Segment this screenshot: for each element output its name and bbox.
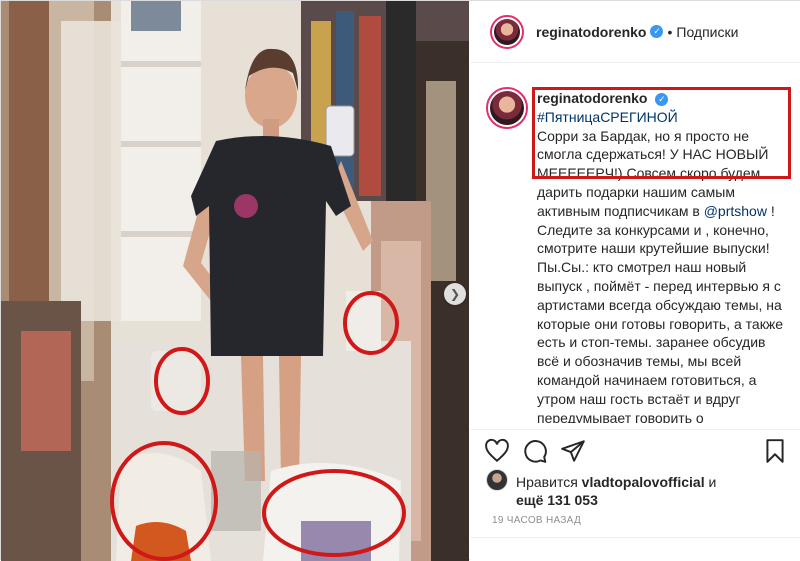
- bookmark-icon[interactable]: [762, 438, 788, 464]
- add-comment-bar[interactable]: [470, 537, 800, 561]
- caption-text-part-2: ! Следите за конкурсами и , конечно, смо…: [537, 202, 783, 423]
- caption-area: reginatodorenko ✓ #ПятницаСРЕГИНОЙ Сорри…: [470, 63, 800, 423]
- post-timestamp[interactable]: 19 ЧАСОВ НАЗАД: [492, 515, 581, 526]
- comment-icon[interactable]: [522, 438, 548, 464]
- separator-dot: •: [667, 23, 673, 40]
- likes-count[interactable]: ещё 131 053: [516, 492, 598, 508]
- instagram-post: ❯ reginatodorenko ✓ • Подписки reginatod…: [0, 0, 800, 561]
- liker-avatar[interactable]: [486, 469, 508, 491]
- post-photo[interactable]: ❯: [1, 1, 469, 561]
- photo-illustration: [1, 1, 469, 561]
- share-icon[interactable]: [560, 438, 586, 464]
- post-side-panel: reginatodorenko ✓ • Подписки reginatodor…: [470, 1, 800, 561]
- caption-avatar[interactable]: [486, 87, 528, 129]
- caption-mention[interactable]: @prtshow: [704, 203, 767, 219]
- author-username[interactable]: reginatodorenko: [536, 24, 646, 40]
- verified-badge-icon: ✓: [650, 25, 664, 38]
- heart-icon[interactable]: [484, 438, 510, 464]
- likes-and: и: [704, 474, 717, 490]
- liker-username[interactable]: vladtopalovofficial: [582, 474, 705, 490]
- author-avatar[interactable]: [490, 14, 524, 49]
- likes-prefix: Нравится: [516, 474, 582, 490]
- next-photo-button[interactable]: ❯: [444, 283, 466, 305]
- likes-text: Нравится vladtopalovofficial и ещё 131 0…: [516, 473, 796, 509]
- post-header: reginatodorenko ✓ • Подписки: [470, 1, 800, 63]
- following-button[interactable]: Подписки: [676, 24, 738, 40]
- post-actions-bar: [470, 429, 800, 469]
- chevron-right-icon: ❯: [449, 287, 461, 301]
- red-highlight-frame: [532, 87, 791, 179]
